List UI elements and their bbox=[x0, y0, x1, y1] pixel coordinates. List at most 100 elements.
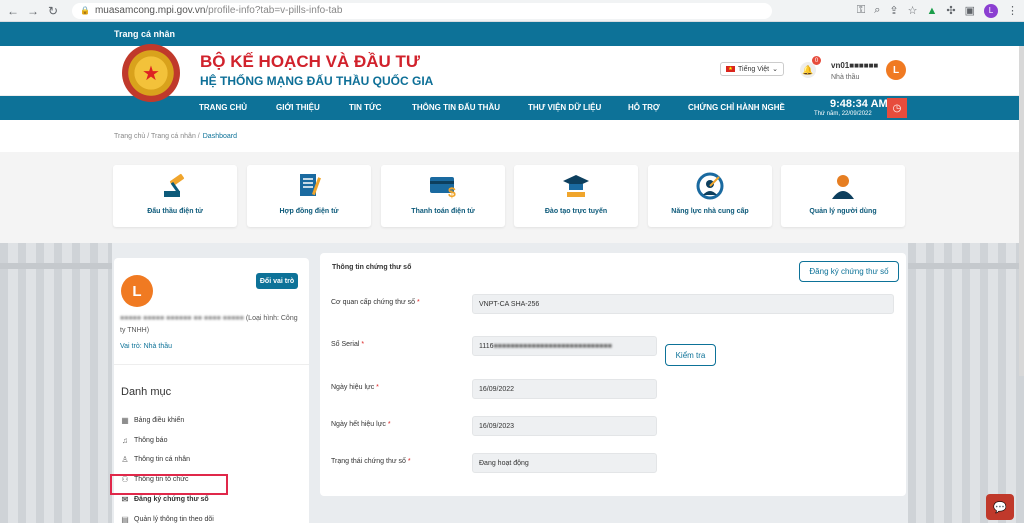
browser-toolbar: ← → ↻ 🔒 muasamcong.mpi.gov.vn/profile-in… bbox=[0, 0, 1024, 22]
drive-icon[interactable]: ▲ bbox=[926, 5, 937, 17]
tile-supplier-capacity[interactable]: Năng lực nhà cung cấp bbox=[648, 165, 772, 227]
section-title: Thông tin chứng thư số bbox=[332, 264, 412, 271]
url-domain: muasamcong.mpi.gov.vn bbox=[94, 5, 206, 16]
sidebar-item-label: Thông báo bbox=[134, 437, 168, 444]
bell-icon: ♫ bbox=[122, 436, 128, 445]
tile-label: Năng lực nhà cung cấp bbox=[671, 208, 749, 215]
person-icon: ♙ bbox=[121, 455, 129, 464]
valid-from-label: Ngày hiệu lực * bbox=[331, 384, 379, 391]
valid-from-field[interactable]: 16/09/2022 bbox=[472, 379, 657, 399]
menu-item-news[interactable]: TIN TỨC bbox=[349, 103, 381, 112]
forward-icon[interactable]: → bbox=[26, 4, 40, 18]
highlight-box bbox=[110, 474, 228, 495]
building-background-left bbox=[0, 243, 112, 523]
tile-online-training[interactable]: Đào tạo trực tuyến bbox=[514, 165, 638, 227]
breadcrumb: Trang chủ / Trang cá nhân / Dashboard bbox=[0, 120, 1024, 152]
issuer-label: Cơ quan cấp chứng thư số * bbox=[331, 299, 420, 306]
clock-icon[interactable]: ◷ bbox=[887, 98, 907, 118]
status-label: Trạng thái chứng thư số * bbox=[331, 458, 411, 465]
certificate-icon: ✉ bbox=[121, 495, 129, 504]
sidebar-item-watchlist[interactable]: ▤ Quản lý thông tin theo dõi bbox=[121, 515, 214, 523]
browser-menu-icon[interactable]: ⋮ bbox=[1007, 4, 1018, 17]
valid-to-label: Ngày hết hiệu lực * bbox=[331, 421, 391, 428]
clock-date: Thứ năm, 22/09/2022 bbox=[814, 111, 872, 117]
status-field[interactable]: Đang hoạt động bbox=[472, 453, 657, 473]
national-emblem-logo[interactable]: ★ bbox=[122, 44, 180, 102]
star-icon[interactable]: ☆ bbox=[908, 4, 918, 17]
tile-label: Quản lý người dùng bbox=[809, 208, 877, 215]
chevron-down-icon: ⌄ bbox=[772, 66, 779, 73]
key-icon[interactable]: ⚿ bbox=[857, 4, 865, 17]
tile-e-contract[interactable]: Hợp đồng điện tử bbox=[247, 165, 371, 227]
profile-avatar: L bbox=[121, 275, 153, 307]
user-role: Nhà thầu bbox=[831, 74, 860, 81]
tile-user-management[interactable]: Quản lý người dùng bbox=[781, 165, 905, 227]
graduation-cap-icon bbox=[560, 171, 592, 201]
tile-e-bidding[interactable]: Đấu thầu điện tử bbox=[113, 165, 237, 227]
role-link[interactable]: Vai trò: Nhà thầu bbox=[120, 343, 172, 350]
address-bar[interactable]: 🔒 muasamcong.mpi.gov.vn/profile-info?tab… bbox=[72, 2, 772, 19]
certificate-panel: Thông tin chứng thư số Đăng ký chứng thư… bbox=[320, 253, 906, 496]
payment-card-icon: $ bbox=[427, 171, 459, 201]
contract-document-icon bbox=[293, 171, 325, 201]
serial-field[interactable]: 1116 ■■■■■■■■■■■■■■■■■■■■■■■■■■■■ bbox=[472, 336, 657, 356]
dashboard-icon: ▦ bbox=[121, 416, 129, 425]
top-bar: Trang cá nhân bbox=[0, 22, 1024, 46]
register-certificate-button[interactable]: Đăng ký chứng thư số bbox=[799, 261, 899, 282]
top-bar-label[interactable]: Trang cá nhân bbox=[114, 29, 175, 39]
user-avatar[interactable]: L bbox=[886, 60, 906, 80]
menu-item-certificates[interactable]: CHỨNG CHỈ HÀNH NGHỀ bbox=[688, 103, 785, 112]
menu-item-about[interactable]: GIỚI THIỆU bbox=[276, 103, 320, 112]
sidebar-item-notifications[interactable]: ♫ Thông báo bbox=[121, 436, 167, 445]
menu-item-bidding-info[interactable]: THÔNG TIN ĐẤU THẦU bbox=[412, 103, 500, 112]
tile-label: Đào tạo trực tuyến bbox=[544, 208, 608, 215]
chat-icon[interactable]: 💬 bbox=[986, 494, 1014, 520]
svg-text:$: $ bbox=[448, 184, 456, 200]
zoom-icon[interactable]: ⌕ bbox=[874, 4, 880, 17]
menu-item-support[interactable]: HỖ TRỢ bbox=[628, 103, 660, 112]
reload-icon[interactable]: ↻ bbox=[46, 4, 60, 18]
scrollbar[interactable] bbox=[1019, 46, 1024, 376]
check-button[interactable]: Kiểm tra bbox=[665, 344, 716, 366]
breadcrumb-trail[interactable]: Trang chủ / Trang cá nhân / bbox=[114, 133, 200, 140]
notification-badge: 0 bbox=[812, 56, 821, 65]
user-icon bbox=[827, 171, 859, 201]
tile-e-payment[interactable]: $ Thanh toán điện tử bbox=[381, 165, 505, 227]
share-icon[interactable]: ⇪ bbox=[889, 4, 898, 17]
quick-access-tiles: Đấu thầu điện tử Hợp đồng điện tử $ Than… bbox=[0, 152, 1024, 246]
issuer-field[interactable]: VNPT-CA SHA-256 bbox=[472, 294, 894, 314]
vietnam-flag-icon: ★ bbox=[726, 66, 735, 72]
language-label: Tiếng Việt bbox=[738, 65, 770, 73]
menu-item-home[interactable]: TRANG CHỦ bbox=[199, 103, 247, 112]
gavel-icon bbox=[159, 171, 191, 201]
extensions-icon[interactable]: ✣ bbox=[946, 4, 955, 17]
language-select[interactable]: ★ Tiếng Việt ⌄ bbox=[720, 62, 785, 76]
sidebar-item-label: Bảng điều khiển bbox=[134, 417, 185, 424]
sidebar-item-label: Đăng ký chứng thư số bbox=[134, 496, 209, 503]
tile-label: Đấu thầu điện tử bbox=[147, 208, 203, 215]
back-icon[interactable]: ← bbox=[6, 4, 20, 18]
browser-profile-avatar[interactable]: L bbox=[984, 3, 998, 18]
serial-prefix: 1116 bbox=[479, 342, 494, 350]
serial-redacted: ■■■■■■■■■■■■■■■■■■■■■■■■■■■■ bbox=[493, 342, 612, 350]
tile-label: Hợp đồng điện tử bbox=[279, 208, 339, 215]
username[interactable]: vn01■■■■■■ bbox=[831, 61, 878, 70]
building-background-right bbox=[908, 243, 1024, 523]
sidebar-item-label: Thông tin cá nhân bbox=[134, 456, 191, 463]
organization-name-redacted: ■■■■■ ■■■■■ ■■■■■■ ■■ ■■■■ ■■■■■ bbox=[120, 315, 244, 322]
sidebar-item-personal-info[interactable]: ♙ Thông tin cá nhân bbox=[121, 455, 190, 464]
menu-item-library[interactable]: THƯ VIỆN DỮ LIỆU bbox=[528, 103, 601, 112]
sidebar-item-digital-certificate[interactable]: ✉ Đăng ký chứng thư số bbox=[121, 495, 209, 504]
watchlist-icon: ▤ bbox=[121, 515, 129, 523]
organization-name: ■■■■■ ■■■■■ ■■■■■■ ■■ ■■■■ ■■■■■ (Loại h… bbox=[120, 313, 300, 337]
switch-role-button[interactable]: Đổi vai trò bbox=[256, 273, 298, 289]
sidebar-item-label: Quản lý thông tin theo dõi bbox=[134, 516, 214, 523]
breadcrumb-current: Dashboard bbox=[202, 132, 237, 140]
valid-to-field[interactable]: 16/09/2023 bbox=[472, 416, 657, 436]
sidepanel-icon[interactable]: ▣ bbox=[965, 4, 975, 17]
clock-time: 9:48:34 AM bbox=[830, 98, 888, 110]
tile-label: Thanh toán điện tử bbox=[411, 208, 475, 215]
sidebar-item-dashboard[interactable]: ▦ Bảng điều khiển bbox=[121, 416, 184, 425]
url-path: /profile-info?tab=v-pills-info-tab bbox=[205, 5, 343, 16]
site-header: ★ BỘ KẾ HOẠCH VÀ ĐẦU TƯ HỆ THỐNG MẠNG ĐẤ… bbox=[0, 44, 1024, 102]
